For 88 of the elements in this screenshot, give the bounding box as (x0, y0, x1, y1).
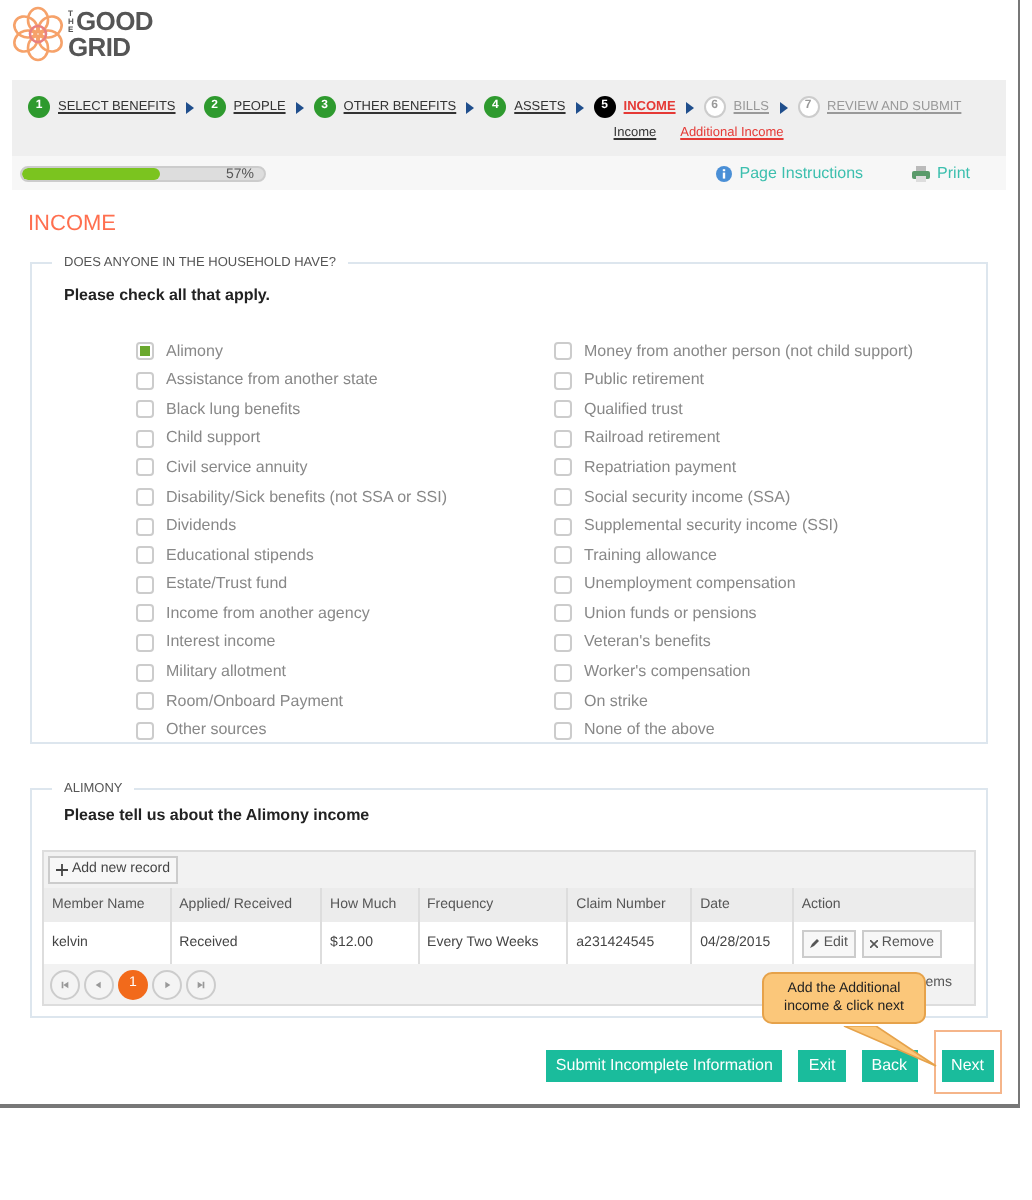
info-icon (715, 165, 732, 181)
pencil-icon (809, 938, 820, 949)
checkbox-label: Civil service annuity (166, 455, 308, 480)
checkbox[interactable] (554, 429, 572, 448)
arrow-icon (685, 101, 694, 113)
checkbox-label: Veteran's benefits (584, 630, 711, 655)
checkbox-label: Interest income (166, 630, 276, 655)
checkbox-label: Training allowance (584, 543, 717, 568)
checkbox[interactable] (554, 400, 572, 419)
flower-logo-icon (10, 6, 66, 62)
checkbox[interactable] (554, 663, 572, 682)
arrow-icon (779, 101, 787, 113)
arrow-icon (466, 101, 475, 113)
checkbox-label: Room/Onboard Payment (166, 689, 343, 714)
checkbox[interactable] (554, 692, 572, 711)
checkbox-label: Income from another agency (166, 601, 370, 626)
checkbox-label: Child support (166, 426, 261, 451)
print-link[interactable]: Print (911, 161, 970, 185)
checkbox[interactable] (136, 429, 154, 448)
checkbox[interactable] (136, 663, 154, 682)
checkbox-label: Assistance from another state (166, 368, 378, 393)
checkbox-label: Union funds or pensions (584, 601, 757, 626)
checkbox-label: Repatriation payment (584, 455, 737, 480)
checkbox[interactable] (136, 342, 154, 361)
printer-icon (911, 165, 930, 181)
first-page-icon (60, 979, 70, 990)
checkbox[interactable] (136, 575, 154, 594)
arrow-icon (575, 101, 584, 113)
checkbox-label: Educational stipends (166, 543, 314, 568)
checkbox-label: Other sources (166, 718, 267, 743)
checkbox[interactable] (136, 517, 154, 536)
callout-pointer-icon (842, 1026, 938, 1068)
last-page-icon (196, 979, 206, 990)
checkbox[interactable] (554, 575, 572, 594)
logo-text: GRID (68, 34, 133, 60)
checkbox[interactable] (136, 633, 154, 652)
checkbox[interactable] (136, 546, 154, 565)
checkbox[interactable] (554, 546, 572, 565)
checkbox-label: Money from another person (not child support) (584, 339, 914, 364)
pager-button[interactable] (152, 969, 182, 1000)
previous-icon (94, 979, 104, 990)
logo-text: GOOD (76, 8, 153, 34)
section-prompt: Please check all that apply. (64, 284, 271, 309)
plus-icon (56, 864, 68, 877)
section-prompt: Please tell us about the Alimony income (64, 804, 370, 829)
action-button[interactable]: Back (861, 1050, 918, 1083)
checkbox-label: Estate/Trust fund (166, 572, 288, 597)
checkbox-label: Social security income (SSA) (584, 485, 791, 510)
checkbox-label: None of the above (584, 718, 715, 743)
action-button[interactable]: Next (941, 1050, 994, 1083)
checkbox[interactable] (136, 371, 154, 390)
checkbox-label: Unemployment compensation (584, 572, 796, 597)
checkbox[interactable] (554, 517, 572, 536)
checkbox[interactable] (554, 458, 572, 477)
checkbox-label: Disability/Sick benefits (not SSA or SSI) (166, 485, 447, 510)
checkbox[interactable] (554, 342, 572, 361)
checkbox-label: Public retirement (584, 368, 705, 393)
checkbox-label: Black lung benefits (166, 397, 301, 422)
checkbox[interactable] (554, 633, 572, 652)
action-button[interactable]: Exit (798, 1050, 846, 1083)
action-button[interactable]: Submit Incomplete Information (545, 1050, 783, 1083)
checkbox[interactable] (554, 604, 572, 623)
checkbox-label: Supplemental security income (SSI) (584, 514, 839, 539)
checkbox-label: Railroad retirement (584, 426, 721, 451)
checkbox-label: Worker's compensation (584, 660, 751, 685)
next-icon (162, 979, 172, 990)
checkbox-label: Qualified trust (584, 397, 683, 422)
checkbox[interactable] (136, 400, 154, 419)
instructions-link[interactable]: Page Instructions (715, 161, 864, 185)
checkbox-label: Military allotment (166, 660, 287, 685)
checkbox-label: Alimony (166, 339, 223, 364)
pager-button[interactable] (186, 969, 216, 1000)
checkbox[interactable] (136, 721, 154, 740)
pager-button[interactable] (50, 969, 80, 1000)
checkbox-label: On strike (584, 689, 649, 714)
checkbox[interactable] (136, 604, 154, 623)
checkbox[interactable] (136, 692, 154, 711)
checkbox[interactable] (554, 488, 572, 507)
checkbox[interactable] (136, 488, 154, 507)
arrow-icon (295, 101, 304, 113)
checkbox[interactable] (554, 721, 572, 740)
checkbox[interactable] (554, 371, 572, 390)
pager-button[interactable] (84, 969, 114, 1000)
arrow-icon (185, 101, 194, 113)
page-heading: INCOME (28, 210, 116, 240)
close-icon (869, 939, 878, 948)
checkbox[interactable] (136, 458, 154, 477)
checkbox-label: Dividends (166, 514, 237, 539)
